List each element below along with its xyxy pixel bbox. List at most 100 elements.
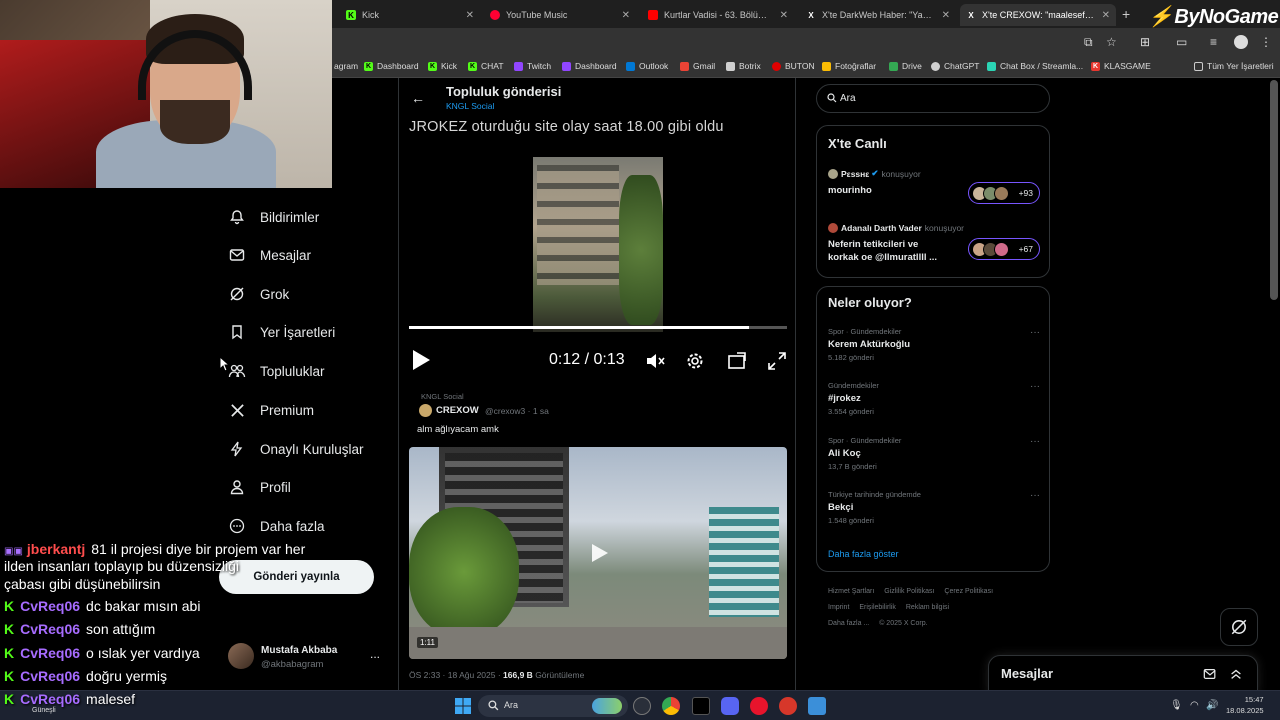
messages-drawer[interactable]: Mesajlar bbox=[988, 655, 1258, 695]
windows-start-icon[interactable] bbox=[454, 697, 472, 715]
app-icon[interactable] bbox=[779, 697, 797, 715]
trend-item[interactable]: Gündemdekiler #jrokez 3.554 gönderi ··· bbox=[828, 381, 1040, 416]
footer-link[interactable]: Gizlilik Politikası bbox=[884, 588, 934, 595]
footer-link[interactable]: Çerez Politikası bbox=[944, 588, 993, 595]
nav-communities[interactable]: Topluluklar bbox=[228, 362, 325, 380]
bookmark-item[interactable]: Dashboard bbox=[562, 61, 617, 71]
video-progress-bar[interactable] bbox=[409, 326, 787, 329]
footer-link[interactable]: Daha fazla ... bbox=[828, 620, 869, 627]
capcut-icon[interactable] bbox=[692, 697, 710, 715]
widgets-icon[interactable] bbox=[633, 697, 651, 715]
close-icon[interactable]: ✕ bbox=[1102, 10, 1110, 21]
close-icon[interactable]: ✕ bbox=[780, 10, 788, 21]
live-space-item[interactable]: Adanalı Darth Vader konuşuyor Neferin tet… bbox=[828, 223, 1040, 264]
extensions-icon[interactable]: ⊞ bbox=[1140, 35, 1150, 49]
bookmark-item[interactable]: K KLASGAME bbox=[1091, 61, 1151, 71]
star-icon[interactable]: ☆ bbox=[1106, 35, 1117, 49]
trend-item[interactable]: Spor · Gündemdekiler Kerem Aktürkoğlu 5.… bbox=[828, 327, 1040, 362]
app-icon[interactable] bbox=[808, 697, 826, 715]
browser-profile-avatar[interactable] bbox=[1234, 35, 1248, 49]
trend-item[interactable]: Türkiye tarihinde gündemde Bekçi 1.548 g… bbox=[828, 490, 1040, 525]
discord-icon[interactable] bbox=[721, 697, 739, 715]
bookmark-item[interactable]: agram bbox=[334, 61, 358, 71]
nav-verified-orgs[interactable]: Onaylı Kuruluşlar bbox=[228, 440, 364, 458]
live-space-item[interactable]: Pεssнε ✔ konuşuyor mourinho +93 bbox=[828, 168, 1040, 204]
trend-category: Spor · Gündemdekiler bbox=[828, 327, 902, 336]
post-button[interactable]: Gönderi yayınla bbox=[219, 560, 374, 594]
weather-widget[interactable]: Güneşli bbox=[32, 707, 56, 714]
nav-messages[interactable]: Mesajlar bbox=[228, 246, 311, 264]
more-icon[interactable]: ··· bbox=[1030, 436, 1040, 447]
community-link[interactable]: KNGL Social bbox=[446, 101, 494, 111]
kebab-menu-icon[interactable]: ⋮ bbox=[1260, 35, 1272, 49]
grok-button[interactable] bbox=[1220, 608, 1258, 646]
bookmark-item[interactable]: K Kick bbox=[428, 61, 457, 71]
system-clock[interactable]: 15:47 18.08.2025 bbox=[1226, 694, 1264, 716]
bookmark-item[interactable]: Gmail bbox=[680, 61, 715, 71]
bookmark-item[interactable]: Outlook bbox=[626, 61, 668, 71]
browser-tab-active[interactable]: X X'te CREXOW: "maalesef gerçe ✕ bbox=[960, 4, 1116, 26]
more-icon[interactable]: ··· bbox=[1030, 381, 1040, 392]
browser-tab[interactable]: X X'te DarkWeb Haber: "Yayıncı J ✕ bbox=[800, 4, 956, 26]
close-icon[interactable]: ✕ bbox=[466, 10, 474, 21]
footer-link[interactable]: Imprint bbox=[828, 604, 849, 611]
nav-bookmarks[interactable]: Yer İşaretleri bbox=[228, 323, 335, 341]
bookmark-item[interactable]: Fotoğraflar bbox=[822, 61, 876, 71]
bookmark-item[interactable]: ChatGPT bbox=[931, 61, 979, 71]
browser-tab[interactable]: YouTube Music ✕ bbox=[484, 4, 636, 26]
all-bookmarks[interactable]: Tüm Yer İşaretleri bbox=[1194, 61, 1274, 71]
video-thumbnail[interactable]: 1:11 bbox=[409, 447, 787, 659]
bookmark-item[interactable]: Botrix bbox=[726, 61, 761, 71]
bookmark-item[interactable]: K CHAT bbox=[468, 61, 504, 71]
back-arrow-icon[interactable]: ← bbox=[411, 90, 425, 106]
account-switcher[interactable]: Mustafa Akbaba @akbabagram ... bbox=[228, 643, 388, 673]
more-icon[interactable]: ··· bbox=[1030, 327, 1040, 338]
browser-tab[interactable]: Kurtlar Vadisi - 63. Bölüm FULL ✕ bbox=[642, 4, 794, 26]
settings-gear-icon[interactable] bbox=[685, 351, 705, 371]
more-icon[interactable]: ... bbox=[370, 647, 380, 661]
bookmark-item[interactable]: Twitch bbox=[514, 61, 551, 71]
post-author[interactable]: CREXOW bbox=[436, 405, 479, 416]
install-app-icon[interactable]: ⧉ bbox=[1084, 35, 1093, 50]
volume-muted-icon[interactable] bbox=[645, 351, 665, 371]
trend-item[interactable]: Spor · Gündemdekiler Ali Koç 13,7 B gönd… bbox=[828, 436, 1040, 471]
show-more-link[interactable]: Daha fazla göster bbox=[828, 549, 899, 559]
search-input[interactable]: Ara bbox=[816, 84, 1050, 113]
footer-link[interactable]: Hizmet Şartları bbox=[828, 588, 874, 595]
nav-grok[interactable]: Grok bbox=[228, 285, 289, 303]
play-icon[interactable] bbox=[587, 541, 611, 565]
volume-icon[interactable]: 🔊 bbox=[1206, 700, 1218, 711]
footer-link[interactable]: Erişilebilirlik bbox=[859, 604, 896, 611]
chrome-icon[interactable] bbox=[662, 697, 680, 715]
space-listeners[interactable]: +67 bbox=[968, 238, 1040, 260]
play-icon[interactable] bbox=[411, 349, 431, 371]
nav-more[interactable]: Daha fazla bbox=[228, 517, 325, 535]
media-icon[interactable]: ≡ bbox=[1210, 35, 1217, 49]
new-tab-button[interactable]: + bbox=[1122, 6, 1130, 22]
bookmark-item[interactable]: K Dashboard bbox=[364, 61, 419, 71]
cast-icon[interactable]: ▭ bbox=[1176, 35, 1187, 49]
nav-premium[interactable]: Premium bbox=[228, 401, 314, 419]
opera-icon[interactable] bbox=[750, 697, 768, 715]
scrollbar[interactable] bbox=[1270, 80, 1278, 300]
more-icon[interactable]: ··· bbox=[1030, 490, 1040, 501]
video-player[interactable]: JROKEZ oturduğu site olay saat 18.00 gib… bbox=[409, 115, 787, 377]
fullscreen-icon[interactable] bbox=[767, 351, 787, 371]
picture-in-picture-icon[interactable] bbox=[727, 351, 747, 371]
bookmark-item[interactable]: Drive bbox=[889, 61, 922, 71]
bookmark-item[interactable]: Chat Box / Streamla... bbox=[987, 61, 1083, 71]
nav-profile[interactable]: Profil bbox=[228, 478, 291, 496]
footer-link[interactable]: Reklam bilgisi bbox=[906, 604, 949, 611]
new-message-icon[interactable] bbox=[1203, 667, 1217, 681]
browser-tab[interactable]: K Kick ✕ bbox=[340, 4, 480, 26]
taskbar-search[interactable]: Ara bbox=[478, 695, 628, 717]
wifi-icon[interactable]: ◠ bbox=[1190, 700, 1199, 711]
nav-notifications[interactable]: Bildirimler bbox=[228, 208, 319, 226]
bookmark-item[interactable]: BUTON bbox=[772, 61, 815, 71]
close-icon[interactable]: ✕ bbox=[942, 10, 950, 21]
space-topic: Neferin tetikcileri ve korkak oe @llmura… bbox=[828, 239, 938, 263]
close-icon[interactable]: ✕ bbox=[622, 10, 630, 21]
space-listeners[interactable]: +93 bbox=[968, 182, 1040, 204]
chevron-double-up-icon[interactable] bbox=[1229, 667, 1243, 681]
microphone-icon[interactable]: 🎙 bbox=[1170, 700, 1183, 711]
